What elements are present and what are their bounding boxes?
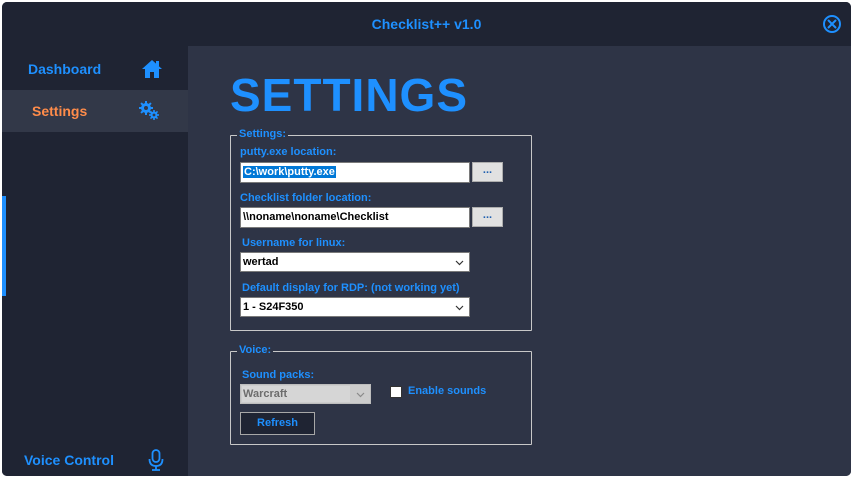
refresh-button[interactable]: Refresh xyxy=(240,412,315,435)
chevron-down-icon xyxy=(455,305,464,311)
username-select[interactable]: wertad xyxy=(240,252,470,272)
sound-packs-select[interactable]: Warcraft xyxy=(240,384,371,404)
putty-location-input[interactable]: C:\work\putty.exe xyxy=(240,162,470,183)
close-button[interactable] xyxy=(823,15,841,33)
username-label: Username for linux: xyxy=(242,237,346,249)
sidebar-item-label: Voice Control xyxy=(24,452,114,468)
sidebar-item-label: Settings xyxy=(32,103,88,119)
home-icon xyxy=(142,60,162,78)
settings-group-legend: Settings: xyxy=(237,128,289,140)
sidebar-item-voice-control[interactable]: Voice Control xyxy=(2,439,188,476)
enable-sounds-checkbox[interactable] xyxy=(390,386,402,398)
page-title: SETTINGS xyxy=(230,69,469,121)
enable-sounds-label[interactable]: Enable sounds xyxy=(408,385,486,397)
close-icon xyxy=(827,19,837,29)
sidebar-item-dashboard[interactable]: Dashboard xyxy=(2,48,188,90)
app-window: Checklist++ v1.0 Dashboard Settings Voic… xyxy=(2,2,851,476)
rdp-display-label: Default display for RDP: (not working ye… xyxy=(242,282,460,294)
settings-group: Settings: putty.exe location: C:\work\pu… xyxy=(230,128,532,331)
microphone-icon xyxy=(148,449,164,471)
sidebar-item-label: Dashboard xyxy=(28,61,102,77)
checklist-folder-input[interactable]: \\noname\noname\Checklist xyxy=(240,207,470,228)
checklist-folder-label: Checklist folder location: xyxy=(240,192,372,204)
rdp-display-select[interactable]: 1 - S24F350 xyxy=(240,297,470,317)
voice-group-legend: Voice: xyxy=(237,344,274,356)
sidebar-accent-bar xyxy=(2,196,6,296)
sidebar: Dashboard Settings Voice Control xyxy=(2,46,188,476)
main-content: SETTINGS Settings: putty.exe location: C… xyxy=(188,46,851,476)
window-title: Checklist++ v1.0 xyxy=(371,16,482,32)
chevron-down-icon xyxy=(455,260,464,266)
putty-browse-button[interactable]: ... xyxy=(472,162,503,182)
checklist-folder-browse-button[interactable]: ... xyxy=(472,207,503,227)
sound-packs-label: Sound packs: xyxy=(242,369,315,381)
title-bar: Checklist++ v1.0 xyxy=(2,2,851,46)
chevron-down-icon xyxy=(356,392,365,398)
sidebar-item-settings[interactable]: Settings xyxy=(2,90,188,132)
putty-location-label: putty.exe location: xyxy=(240,146,337,158)
gears-icon xyxy=(139,101,159,120)
voice-group: Voice: Sound packs: Warcraft Enable soun… xyxy=(230,344,532,445)
